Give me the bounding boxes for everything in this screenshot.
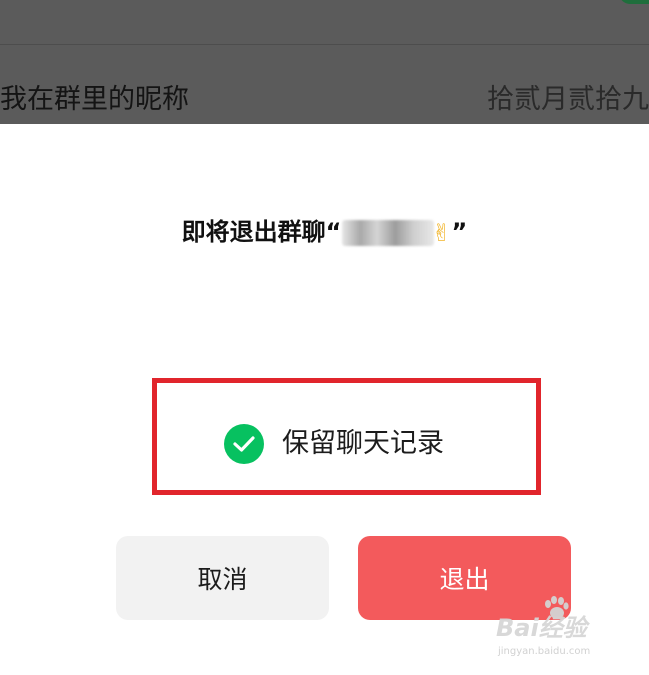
dialog-title-text: 即将退出群聊: [181, 218, 326, 246]
keep-history-checkbox[interactable]: 保留聊天记录: [224, 424, 444, 464]
open-quote: “: [325, 218, 342, 246]
check-circle-icon[interactable]: [224, 424, 264, 464]
watermark-text: Bai经验: [496, 614, 587, 642]
group-nickname-label: 我在群里的昵称: [0, 84, 189, 115]
dialog-title: 即将退出群聊“ ✌”: [0, 212, 649, 253]
keep-history-label: 保留聊天记录: [282, 428, 444, 459]
group-nickname-value: 拾贰月贰拾九: [487, 84, 649, 115]
checkmark-icon: [233, 436, 255, 452]
toggle-switch: [619, 0, 649, 4]
cancel-button[interactable]: 取消: [116, 536, 329, 620]
watermark-url: jingyan.baidu.com: [498, 646, 591, 657]
dimmed-background-screen: 我在群里的昵称 拾贰月贰拾九: [0, 0, 649, 124]
close-quote: ”: [451, 218, 468, 246]
divider: [0, 44, 649, 45]
victory-hand-emoji-icon: ✌: [431, 219, 452, 247]
blurred-group-name: [342, 220, 435, 246]
baidu-jingyan-watermark: Bai经验 jingyan.baidu.com: [488, 596, 638, 666]
